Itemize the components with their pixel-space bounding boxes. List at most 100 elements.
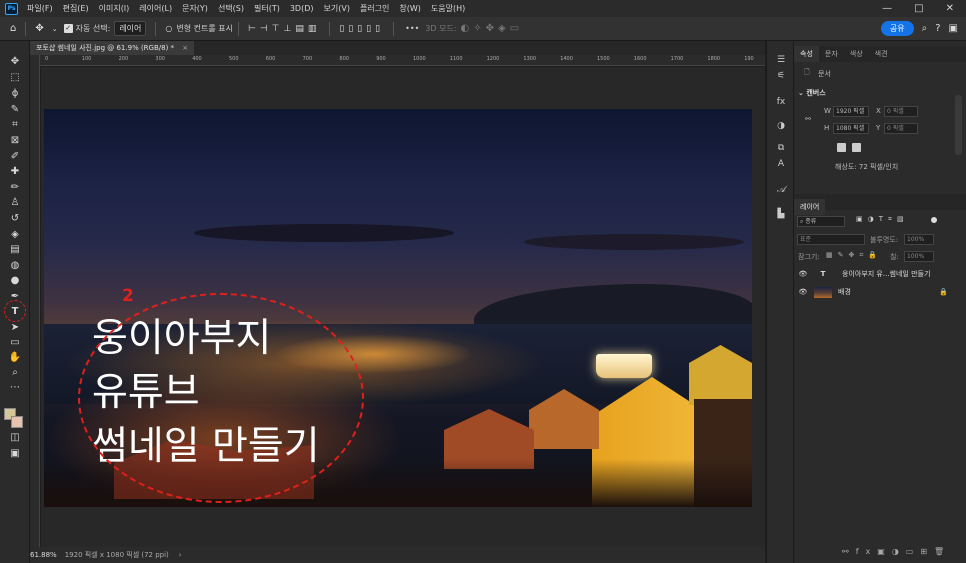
status-arrow-icon[interactable]: › <box>179 551 182 559</box>
ruler-label: 200 <box>118 56 129 62</box>
hand-tool-icon[interactable]: ✋ <box>6 351 24 365</box>
more-tools-icon[interactable]: ⋯ <box>6 381 24 395</box>
move-tool-icon[interactable]: ✥ <box>35 23 43 34</box>
height-field[interactable]: 1080 픽셀 <box>833 123 869 134</box>
menu-window[interactable]: 창(W) <box>399 3 421 14</box>
chevron-down-icon[interactable]: ⌄ <box>52 25 58 33</box>
menu-edit[interactable]: 편집(E) <box>63 3 89 14</box>
glyphs-panel-icon[interactable]: 𝒜 <box>774 183 788 197</box>
properties-scrollbar[interactable] <box>955 95 962 155</box>
history-panel-icon[interactable]: ☰ <box>774 53 788 67</box>
help-icon[interactable]: ? <box>935 23 940 34</box>
tab-swatches[interactable]: 색견 <box>869 46 894 62</box>
rectangle-tool-icon[interactable]: ▭ <box>6 336 24 350</box>
effects-panel-icon[interactable]: fx <box>774 95 788 109</box>
menu-image[interactable]: 이미지(I) <box>99 3 130 14</box>
filter-toggle-icon[interactable] <box>931 217 937 223</box>
libraries-panel-icon[interactable]: ⧉ <box>774 141 788 155</box>
share-button[interactable]: 공유 <box>880 21 914 36</box>
maximize-button[interactable]: □ <box>914 3 923 14</box>
gradient-tool-icon[interactable]: ▤ <box>6 243 24 257</box>
stamp-tool-icon[interactable]: ♙ <box>6 196 24 210</box>
menu-type[interactable]: 문자(Y) <box>182 3 208 14</box>
distribute-icons[interactable]: ▯▯▯▯▯ <box>339 24 384 34</box>
ruler-label: 100 <box>81 56 92 62</box>
ruler-label: 1600 <box>633 56 647 62</box>
tab-layers[interactable]: 레이어 <box>794 199 826 215</box>
x-field[interactable]: 0 픽셀 <box>884 106 918 117</box>
menu-help[interactable]: 도움말(H) <box>431 3 465 14</box>
eye-icon[interactable]: 👁 <box>796 288 810 296</box>
screen-mode-icon[interactable]: ▣ <box>6 447 24 461</box>
width-field[interactable]: 1920 픽셀 <box>833 106 869 117</box>
auto-select-dropdown[interactable]: 레이어 <box>114 21 147 36</box>
history-brush-icon[interactable]: ↺ <box>6 212 24 226</box>
landscape-icon[interactable] <box>852 143 861 152</box>
menu-3d[interactable]: 3D(D) <box>290 4 314 13</box>
background-color-swatch[interactable] <box>11 416 23 428</box>
quick-mask-icon[interactable]: ◫ <box>6 431 24 445</box>
auto-select-checkbox[interactable]: ✓ <box>63 24 73 33</box>
menu-layer[interactable]: 레이어(L) <box>139 3 172 14</box>
document-tab-bar: 포토샵 썸네일 사진.jpg @ 61.9% (RGB/8) * × <box>30 41 765 55</box>
crop-tool-icon[interactable]: ⌗ <box>6 118 24 132</box>
more-options[interactable]: ••• <box>405 24 419 33</box>
character-panel-icon[interactable]: A <box>774 157 788 171</box>
healing-brush-icon[interactable]: ✚ <box>6 165 24 179</box>
menu-plugins[interactable]: 플러그인 <box>360 3 389 14</box>
lasso-tool-icon[interactable]: ϕ <box>6 87 24 101</box>
dodge-tool-icon[interactable]: ● <box>6 274 24 288</box>
move-tool-icon[interactable]: ✥ <box>6 55 24 69</box>
menu-filter[interactable]: 필터(T) <box>254 3 280 14</box>
transform-checkbox[interactable]: ○ <box>165 24 172 33</box>
layer-filter-dropdown[interactable]: ⌕ 종류 <box>797 216 845 227</box>
document-tab[interactable]: 포토샵 썸네일 사진.jpg @ 61.9% (RGB/8) * × <box>30 41 195 55</box>
layer-row-text[interactable]: 👁 T 웅이아부지 유...썸네일 만들기 <box>796 265 954 283</box>
transform-label: 변형 컨트롤 표시 <box>176 24 233 33</box>
blur-tool-icon[interactable]: ◍ <box>6 259 24 273</box>
brush-panel-icon[interactable]: ▙ <box>774 207 788 221</box>
zoom-tool-icon[interactable]: ⌕ <box>6 366 24 380</box>
y-field[interactable]: 0 픽셀 <box>884 123 918 134</box>
opacity-field[interactable]: 100% <box>904 234 934 245</box>
marquee-tool-icon[interactable]: ⬚ <box>6 71 24 85</box>
eyedropper-icon[interactable]: ✐ <box>6 150 24 164</box>
document-title: 포토샵 썸네일 사진.jpg @ 61.9% (RGB/8) * <box>36 44 175 52</box>
workspace-icon[interactable]: ▣ <box>949 23 958 34</box>
lock-icons[interactable]: ▦✎✥⌗🔒 <box>826 251 882 260</box>
menu-view[interactable]: 보기(V) <box>324 3 350 14</box>
fill-field[interactable]: 100% <box>904 251 934 262</box>
status-bar: 61.88% 1920 픽셀 x 1080 픽셀 (72 ppi) › <box>30 547 765 563</box>
menu-file[interactable]: 파일(F) <box>27 3 53 14</box>
menu-select[interactable]: 선택(S) <box>218 3 244 14</box>
minimize-button[interactable]: — <box>882 3 892 14</box>
close-tab-icon[interactable]: × <box>182 44 188 52</box>
layer-actions[interactable]: ⚯fx▣◑▭⊞🗑 <box>842 547 951 556</box>
blend-mode-dropdown[interactable]: 표준 <box>797 234 865 245</box>
quick-select-icon[interactable]: ✎ <box>6 103 24 117</box>
home-icon[interactable]: ⌂ <box>10 23 16 34</box>
brush-tool-icon[interactable]: ✏ <box>6 181 24 195</box>
align-icons[interactable]: ⊢⊣⊤⊥▤▥ <box>248 24 320 34</box>
tab-character[interactable]: 문자 <box>819 46 844 62</box>
search-icon[interactable]: ⌕ <box>922 23 928 34</box>
eye-icon[interactable]: 👁 <box>796 270 810 278</box>
x-label: X <box>876 107 881 115</box>
color-panel-icon[interactable]: ◑ <box>774 119 788 133</box>
frame-tool-icon[interactable]: ⊠ <box>6 134 24 148</box>
close-button[interactable]: ✕ <box>946 3 954 14</box>
tab-color[interactable]: 색상 <box>844 46 869 62</box>
ruler-label: 1800 <box>707 56 721 62</box>
lock-icon: 🔒 <box>939 288 948 296</box>
path-select-icon[interactable]: ➤ <box>6 321 24 335</box>
ruler-label: 1400 <box>560 56 573 62</box>
adjustments-panel-icon[interactable]: ⚟ <box>774 69 788 83</box>
zoom-level[interactable]: 61.88% <box>30 551 57 559</box>
eraser-icon[interactable]: ◈ <box>6 228 24 242</box>
link-icon[interactable]: ⚯ <box>805 115 811 123</box>
portrait-icon[interactable] <box>837 143 846 152</box>
layer-row-background[interactable]: 👁 배경 🔒 <box>796 283 954 301</box>
canvas-section-title[interactable]: ⌄ 캔버스 <box>798 88 826 98</box>
tab-properties[interactable]: 속성 <box>794 46 819 62</box>
layer-filter-icons[interactable]: ▣◑T⌗▧ <box>856 215 909 224</box>
